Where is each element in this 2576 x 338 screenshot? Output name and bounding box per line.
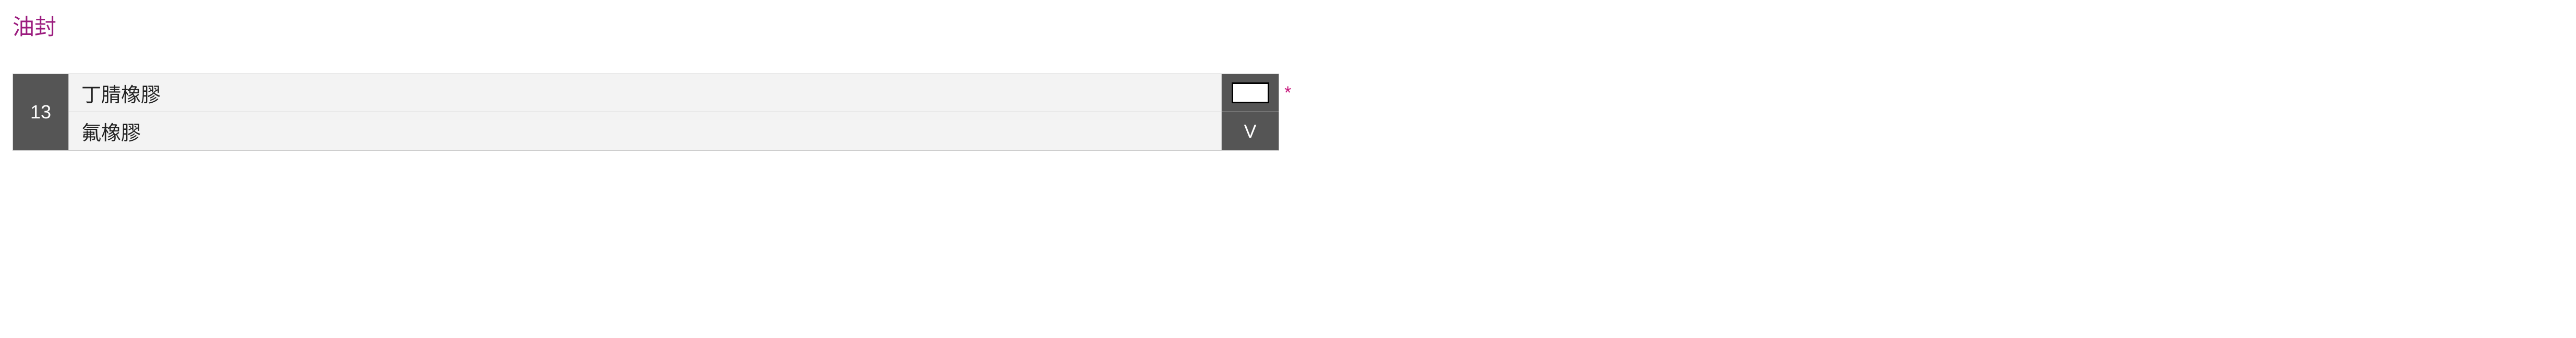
option-codes-column: V: [1222, 74, 1279, 151]
code-value: V: [1244, 120, 1256, 142]
required-asterisk: *: [1279, 74, 1291, 103]
option-row: 丁腈橡膠: [69, 74, 1222, 112]
code-input-blank[interactable]: [1232, 82, 1269, 103]
section-title: 油封: [0, 0, 2576, 53]
option-table: 13 丁腈橡膠 氟橡膠 V *: [13, 74, 2576, 151]
option-row: 氟橡膠: [69, 112, 1222, 151]
row-index-cell: 13: [13, 74, 69, 151]
option-labels-column: 丁腈橡膠 氟橡膠: [69, 74, 1222, 151]
code-cell[interactable]: V: [1222, 112, 1279, 151]
code-cell-blank[interactable]: [1222, 74, 1279, 112]
